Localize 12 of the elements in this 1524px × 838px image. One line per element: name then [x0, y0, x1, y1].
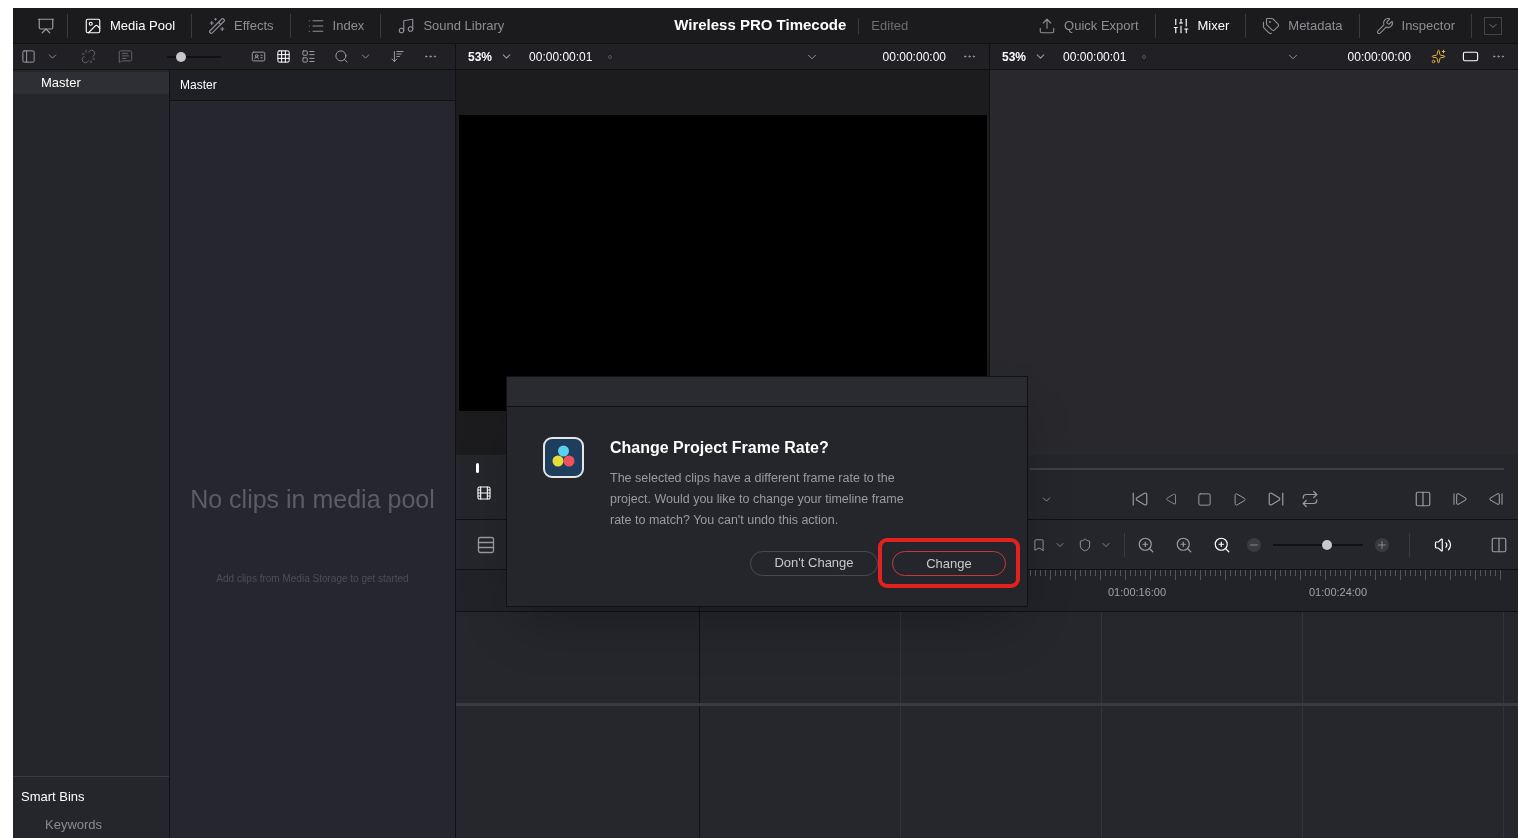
timecode: 00:00:00:01: [529, 48, 593, 66]
ruler-label: 01:00:16:00: [1107, 585, 1168, 600]
duration-timecode: 00:00:00:00: [1347, 48, 1411, 66]
smart-bins-heading: Smart Bins: [21, 788, 86, 806]
project-title: Wireless PRO Timecode: [674, 15, 847, 36]
dialog-message: The selected clips have a different frame rate to the project. Would you like to change your timeline frame rate to match? You can't undo this action.: [610, 470, 905, 529]
dialog-title: Change Project Frame Rate?: [610, 438, 830, 458]
duration-timecode: 00:00:00:00: [882, 48, 946, 66]
media-pool-header: Master: [170, 70, 455, 101]
project-status: Edited: [871, 16, 909, 35]
ruler-label: 01:00:24:00: [1308, 585, 1369, 600]
timecode: 00:00:00:01: [1063, 48, 1127, 66]
